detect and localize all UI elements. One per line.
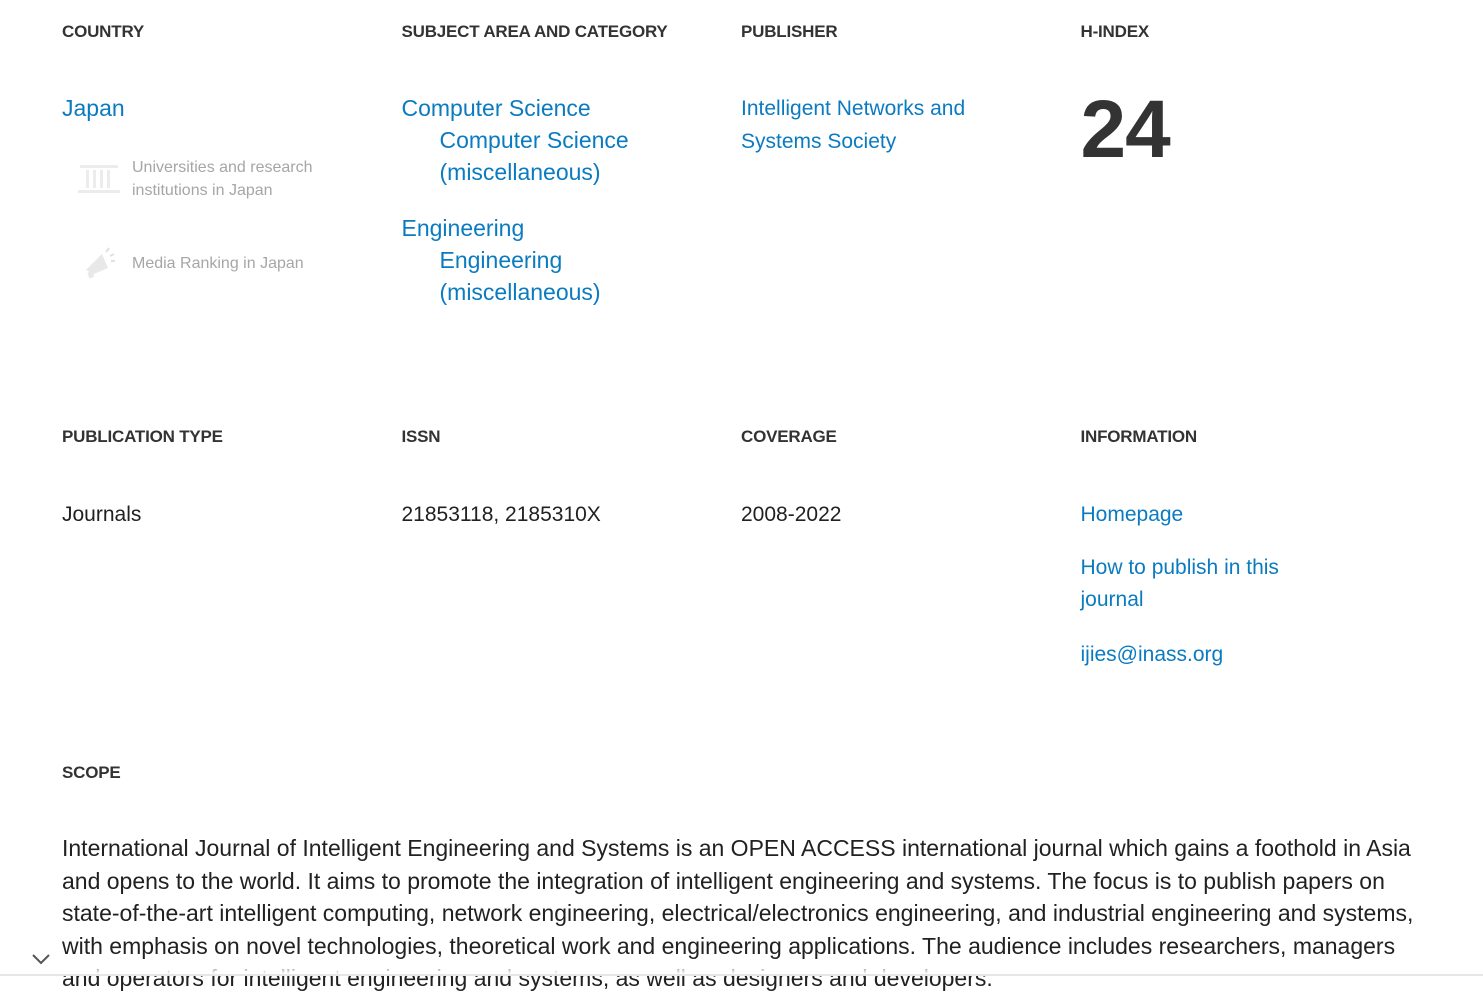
chevron-down-icon[interactable] [30,948,52,970]
subject-category-link[interactable]: Engineering (miscellaneous) [402,244,702,308]
publication-type-header: PUBLICATION TYPE [62,427,223,446]
issn-value: 21853118, 2185310X [401,503,601,526]
country-link[interactable]: Japan [62,95,125,121]
scope-header: SCOPE [62,763,121,782]
row2-values: Journals 21853118, 2185310X 2008-2022 Ho… [62,499,1420,671]
institution-icon [74,154,124,204]
publisher-link[interactable]: Intelligent Networks and Systems Society [741,92,991,158]
subject-area-link[interactable]: Computer Science [402,92,702,124]
how-to-publish-link[interactable]: How to publish in this journal [1081,552,1311,616]
row2-headers: PUBLICATION TYPE ISSN COVERAGE INFORMATI… [62,427,1420,447]
coverage-value: 2008-2022 [741,503,842,526]
subject-area-link[interactable]: Engineering [402,212,702,244]
row1-headers: COUNTRY SUBJECT AREA AND CATEGORY PUBLIS… [62,22,1420,42]
email-link[interactable]: ijies@inass.org [1081,639,1381,671]
megaphone-icon [74,238,124,288]
information-header: INFORMATION [1080,427,1198,446]
country-column: Japan Universities and research institut… [62,92,402,308]
publication-type-value: Journals [62,503,142,526]
row1-values: Japan Universities and research institut… [62,84,1421,308]
publisher-header: PUBLISHER [741,22,838,41]
subject-area-header: SUBJECT AREA AND CATEGORY [401,22,668,41]
universities-link-label: Universities and research institutions i… [132,159,313,199]
issn-header: ISSN [401,427,441,446]
media-ranking-link-label: Media Ranking in Japan [132,254,304,272]
h-index-header: H-INDEX [1080,22,1150,41]
subject-area-column: Computer Science Computer Science (misce… [402,92,742,308]
subject-area-group: Engineering Engineering (miscellaneous) [402,212,702,308]
media-ranking-link[interactable]: Media Ranking in Japan [62,238,362,288]
h-index-value: 24 [1080,84,1171,175]
universities-link[interactable]: Universities and research institutions i… [62,154,362,204]
country-header: COUNTRY [62,22,145,41]
h-index-column: 24 [1080,84,1421,308]
subject-area-group: Computer Science Computer Science (misce… [402,92,702,188]
scope-fade-overlay [0,960,1483,976]
publisher-column: Intelligent Networks and Systems Society [741,92,1081,308]
subject-category-link[interactable]: Computer Science (miscellaneous) [402,124,702,188]
coverage-header: COVERAGE [741,427,837,446]
information-column: Homepage How to publish in this journal … [1081,499,1421,671]
homepage-link[interactable]: Homepage [1081,499,1381,531]
